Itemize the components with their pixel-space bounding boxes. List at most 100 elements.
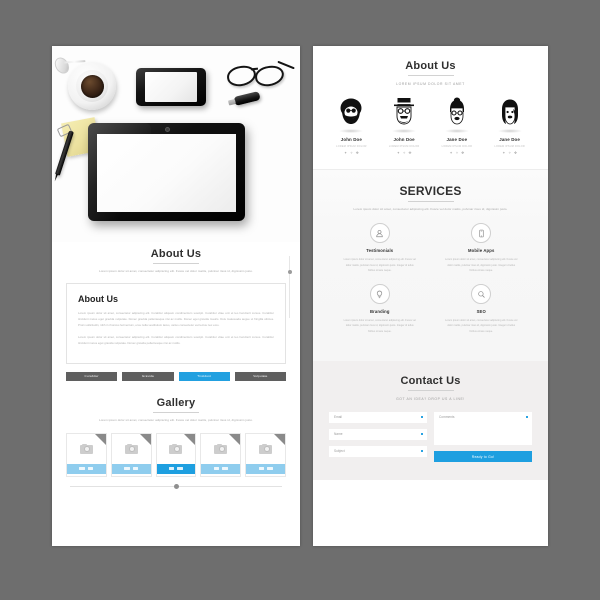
title-divider [153, 263, 199, 264]
user-icon [369, 223, 390, 244]
service-description: Lorem ipsum dolor sit amet, consectetur … [445, 258, 518, 272]
service-description: Lorem ipsum dolor sit amet, consectetur … [445, 319, 518, 333]
left-page: About Us Lorem ipsum dolor sit amet, con… [52, 46, 300, 546]
bun-glasses-avatar [444, 97, 470, 127]
about-box-scrollbar[interactable] [287, 256, 292, 318]
avatar-shadow [497, 129, 522, 134]
services-title: SERVICES [399, 183, 462, 198]
lightbulb-icon [369, 284, 390, 305]
twitter-icon[interactable]: ✧ [508, 151, 511, 155]
team-section: About Us LOREM IPSUM DOLOR SIT AMET John… [313, 46, 548, 169]
about-box-title: About Us [78, 293, 118, 304]
tablet-icon [88, 123, 245, 221]
title-divider [407, 75, 454, 76]
services-section: SERVICES Lorem ipsum dolor sit amet, con… [313, 169, 548, 361]
service-name: Mobile Apps [468, 248, 495, 254]
about-section: About Us Lorem ipsum dolor sit amet, con… [52, 242, 300, 365]
pinterest-icon[interactable]: ✤ [461, 151, 464, 155]
avatar-shadow [444, 129, 469, 134]
pinterest-icon[interactable]: ✤ [409, 151, 412, 155]
about-subtitle: Lorem ipsum dolor sit amet, consectetur … [99, 269, 253, 273]
about-heading-group: About Us Lorem ipsum dolor sit amet, con… [66, 248, 286, 275]
about-button-vulputate[interactable]: Vulputate [234, 372, 286, 382]
gallery-card-footer [156, 463, 196, 474]
twitter-icon[interactable]: ✧ [403, 151, 406, 155]
gallery-carousel-slider[interactable] [70, 483, 282, 489]
contact-section: Contact Us GOT AN IDEA? DROP US A LINE! … [313, 360, 548, 481]
about-paragraph-2: Lorem ipsum dolor sit amet, consectetur … [78, 334, 274, 345]
gallery-card[interactable] [110, 432, 152, 477]
smartphone-icon [471, 223, 492, 244]
avatar-shadow [392, 129, 417, 134]
email-field[interactable]: Email [329, 412, 427, 424]
twitter-icon[interactable]: ✧ [350, 151, 353, 155]
afro-beard-avatar [338, 97, 364, 127]
camera-icon [169, 443, 183, 454]
team-member: Jane Doe LOREM IPSUM DOLOR ✦ ✧ ✤ [483, 97, 536, 155]
submit-button[interactable]: Ready to Go! [434, 451, 532, 463]
about-paragraph-1: Lorem ipsum dolor sit amet, consectetur … [78, 310, 274, 327]
magnifier-icon[interactable] [184, 433, 196, 452]
gallery-card-active[interactable] [155, 432, 197, 477]
member-name: Jane Doe [499, 137, 520, 143]
about-button-gravida[interactable]: Gravida [122, 372, 174, 382]
team-title: About Us [405, 60, 456, 72]
magnifier-icon[interactable] [139, 433, 151, 452]
about-button-row: Curabitur Gravida Tincidunt Vulputate [52, 364, 300, 382]
team-heading-group: About Us LOREM IPSUM DOLOR SIT AMET [313, 60, 548, 87]
magnifier-icon[interactable] [94, 433, 106, 452]
name-field-label: Name [334, 432, 343, 437]
service-item-seo[interactable]: SEO Lorem ipsum dolor sit amet, consecte… [431, 284, 533, 334]
magnifier-icon[interactable] [229, 433, 241, 452]
gallery-card[interactable] [66, 432, 107, 477]
member-name: John Doe [393, 137, 415, 143]
eyeglasses-icon [225, 60, 295, 88]
name-field[interactable]: Name [329, 429, 427, 441]
gallery-card-footer [111, 463, 151, 474]
facebook-icon[interactable]: ✦ [450, 151, 453, 155]
title-divider [407, 200, 454, 202]
facebook-icon[interactable]: ✦ [502, 151, 505, 155]
pinterest-icon[interactable]: ✤ [514, 151, 517, 155]
field-marker-icon [526, 416, 528, 419]
field-marker-icon [421, 416, 423, 419]
services-heading-group: SERVICES Lorem ipsum dolor sit amet, con… [313, 184, 548, 213]
gallery-card-list [62, 424, 290, 477]
gallery-card[interactable] [245, 432, 286, 477]
camera-icon [79, 443, 93, 454]
member-role: LOREM IPSUM DOLOR [494, 144, 525, 148]
service-name: Branding [369, 309, 390, 315]
service-description: Lorem ipsum dolor sit amet, consectetur … [343, 258, 416, 272]
service-item-mobile-apps[interactable]: Mobile Apps Lorem ipsum dolor sit amet, … [431, 223, 533, 273]
camera-icon [124, 443, 138, 454]
contact-form: Email Name Subject Comments Ready to Go! [313, 402, 548, 463]
form-left-column: Email Name Subject [329, 412, 427, 462]
form-right-column: Comments Ready to Go! [434, 412, 532, 463]
about-button-tincidunt[interactable]: Tincidunt [178, 372, 230, 382]
service-item-branding[interactable]: Branding Lorem ipsum dolor sit amet, con… [329, 284, 431, 334]
team-member: John Doe LOREM IPSUM DOLOR ✦ ✧ ✤ [325, 97, 378, 155]
subject-field[interactable]: Subject [329, 446, 427, 458]
magnifier-icon[interactable] [273, 433, 285, 452]
service-item-testimonials[interactable]: Testimonials Lorem ipsum dolor sit amet,… [329, 223, 431, 273]
pinterest-icon[interactable]: ✤ [356, 151, 359, 155]
gallery-card[interactable] [200, 432, 242, 477]
gallery-section: Gallery Lorem ipsum dolor sit amet, cons… [52, 381, 300, 489]
right-page: About Us LOREM IPSUM DOLOR SIT AMET John… [313, 46, 548, 546]
member-name: John Doe [340, 137, 362, 143]
gallery-card-footer [67, 463, 106, 474]
field-marker-icon [421, 433, 423, 436]
member-social-links: ✦ ✧ ✤ [483, 151, 536, 155]
comments-textarea[interactable]: Comments [434, 412, 532, 446]
subject-field-label: Subject [334, 449, 345, 454]
facebook-icon[interactable]: ✦ [397, 151, 400, 155]
title-divider [407, 389, 454, 391]
facebook-icon[interactable]: ✦ [344, 151, 347, 155]
twitter-icon[interactable]: ✧ [455, 151, 458, 155]
contact-heading-group: Contact Us GOT AN IDEA? DROP US A LINE! [313, 375, 548, 402]
camera-icon [214, 443, 228, 454]
poster-canvas: About Us Lorem ipsum dolor sit amet, con… [0, 0, 600, 600]
gallery-heading-group: Gallery Lorem ipsum dolor sit amet, cons… [62, 397, 290, 424]
about-button-curabitur[interactable]: Curabitur [66, 372, 118, 382]
carousel-knob[interactable] [173, 483, 179, 489]
